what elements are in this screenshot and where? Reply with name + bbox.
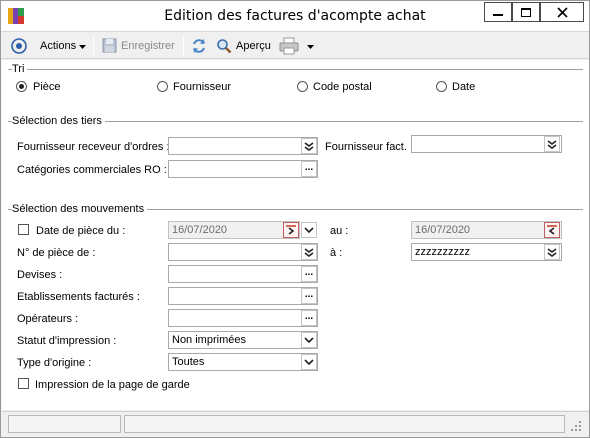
status-panel-left bbox=[8, 415, 121, 433]
piece-from-input[interactable] bbox=[168, 243, 318, 261]
sort-option-piece-label: Pièce bbox=[33, 81, 61, 93]
refresh-icon[interactable] bbox=[191, 38, 207, 54]
maximize-icon bbox=[521, 7, 531, 17]
actions-label: Actions bbox=[40, 40, 77, 52]
mouvements-section-title: Sélection des mouvements bbox=[12, 203, 148, 215]
ellipsis-icon: ... bbox=[304, 310, 314, 322]
ellipsis-icon: ... bbox=[304, 288, 314, 300]
date-from-dropdown-button[interactable] bbox=[301, 222, 317, 238]
date-to-label: au : bbox=[330, 225, 349, 237]
receveur-label: Fournisseur receveur d'ordres : bbox=[17, 141, 170, 153]
etablissements-lookup-button[interactable]: ... bbox=[301, 288, 317, 304]
sort-section-title: Tri bbox=[12, 63, 28, 75]
statut-impression-label: Statut d'impression : bbox=[17, 335, 117, 347]
double-chevron-down-icon bbox=[304, 247, 314, 257]
statut-impression-dropdown-button[interactable] bbox=[301, 332, 317, 348]
type-origine-dropdown-button[interactable] bbox=[301, 354, 317, 370]
close-button[interactable] bbox=[540, 2, 584, 22]
printer-icon[interactable] bbox=[279, 37, 299, 55]
receveur-dropdown-button[interactable] bbox=[301, 138, 317, 154]
fact-label: Fournisseur fact. : bbox=[325, 141, 414, 153]
toolbar-separator bbox=[183, 36, 184, 56]
operateurs-input[interactable] bbox=[168, 309, 318, 327]
sort-radio-piece[interactable] bbox=[16, 81, 27, 92]
piece-from-dropdown-button[interactable] bbox=[301, 244, 317, 260]
sort-option-code-postal-label: Code postal bbox=[313, 81, 372, 93]
chevron-down-icon bbox=[304, 359, 314, 365]
save-label: Enregistrer bbox=[121, 40, 175, 52]
calendar-prev-icon bbox=[547, 225, 557, 235]
operateurs-lookup-button[interactable]: ... bbox=[301, 310, 317, 326]
piece-to-label: à : bbox=[330, 247, 343, 259]
page-garde-label: Impression de la page de garde bbox=[35, 379, 190, 391]
date-to-input[interactable]: 16/07/2020 bbox=[411, 221, 562, 239]
sort-radio-date[interactable] bbox=[436, 81, 447, 92]
ellipsis-icon: ... bbox=[304, 161, 314, 173]
toolbar: Actions Enregistrer Aperçu bbox=[1, 31, 589, 59]
operateurs-label: Opérateurs : bbox=[17, 313, 79, 325]
etablissements-input[interactable] bbox=[168, 287, 318, 305]
type-origine-select[interactable]: Toutes bbox=[168, 353, 318, 371]
resize-grip-icon[interactable] bbox=[570, 420, 582, 432]
type-origine-label: Type d'origine : bbox=[17, 357, 92, 369]
magnifier-icon bbox=[217, 39, 232, 54]
dialog-window: Edition des factures d'acompte achat Act… bbox=[0, 0, 590, 438]
minimize-button[interactable] bbox=[484, 2, 512, 22]
calendar-next-icon bbox=[286, 225, 296, 235]
piece-to-input[interactable]: zzzzzzzzzz bbox=[411, 243, 562, 261]
sort-section-line bbox=[8, 69, 583, 70]
sort-radio-code-postal[interactable] bbox=[297, 81, 308, 92]
sort-option-date-label: Date bbox=[452, 81, 476, 93]
tiers-section-title: Sélection des tiers bbox=[12, 115, 105, 127]
piece-from-label: N° de pièce de : bbox=[17, 247, 96, 259]
devises-lookup-button[interactable]: ... bbox=[301, 266, 317, 282]
date-filter-checkbox[interactable] bbox=[18, 224, 29, 235]
devises-input[interactable] bbox=[168, 265, 318, 283]
status-bar bbox=[2, 411, 589, 437]
double-chevron-down-icon bbox=[304, 141, 314, 151]
close-icon bbox=[556, 6, 568, 18]
piece-to-dropdown-button[interactable] bbox=[544, 244, 560, 260]
ellipsis-icon: ... bbox=[304, 266, 314, 278]
double-chevron-down-icon bbox=[547, 139, 557, 149]
maximize-button[interactable] bbox=[512, 2, 540, 22]
save-button[interactable]: Enregistrer bbox=[100, 36, 178, 56]
minimize-icon bbox=[493, 14, 503, 16]
date-from-label: Date de pièce du : bbox=[36, 225, 126, 237]
date-to-calendar-button[interactable] bbox=[544, 222, 560, 238]
categories-lookup-button[interactable]: ... bbox=[301, 161, 317, 177]
devises-label: Devises : bbox=[17, 269, 63, 281]
etablissements-label: Etablissements facturés : bbox=[17, 291, 140, 303]
categories-label: Catégories commerciales RO : bbox=[17, 164, 167, 176]
status-panel-main bbox=[124, 415, 565, 433]
date-from-input[interactable]: 16/07/2020 bbox=[168, 221, 300, 239]
title-bar[interactable]: Edition des factures d'acompte achat bbox=[1, 1, 589, 31]
chevron-down-icon bbox=[304, 227, 314, 233]
toolbar-separator bbox=[93, 36, 94, 56]
preview-button[interactable]: Aperçu bbox=[215, 36, 275, 56]
fact-dropdown-button[interactable] bbox=[544, 136, 560, 152]
target-icon[interactable] bbox=[11, 38, 27, 54]
chevron-down-icon bbox=[304, 337, 314, 343]
form-area: Tri Pièce Fournisseur Code postal Date S… bbox=[2, 60, 589, 410]
page-garde-checkbox[interactable] bbox=[18, 378, 29, 389]
sort-option-fournisseur-label: Fournisseur bbox=[173, 81, 232, 93]
save-icon bbox=[102, 38, 117, 53]
preview-label: Aperçu bbox=[236, 40, 271, 52]
statut-impression-select[interactable]: Non imprimées bbox=[168, 331, 318, 349]
chevron-down-icon bbox=[79, 45, 86, 49]
sort-radio-fournisseur[interactable] bbox=[157, 81, 168, 92]
categories-input[interactable] bbox=[168, 160, 318, 178]
fact-input[interactable] bbox=[411, 135, 562, 153]
double-chevron-down-icon bbox=[547, 247, 557, 257]
actions-menu-button[interactable]: Actions bbox=[34, 36, 90, 56]
date-from-calendar-button[interactable] bbox=[283, 222, 299, 238]
print-dropdown-chevron-icon[interactable] bbox=[307, 45, 314, 49]
receveur-input[interactable] bbox=[168, 137, 318, 155]
